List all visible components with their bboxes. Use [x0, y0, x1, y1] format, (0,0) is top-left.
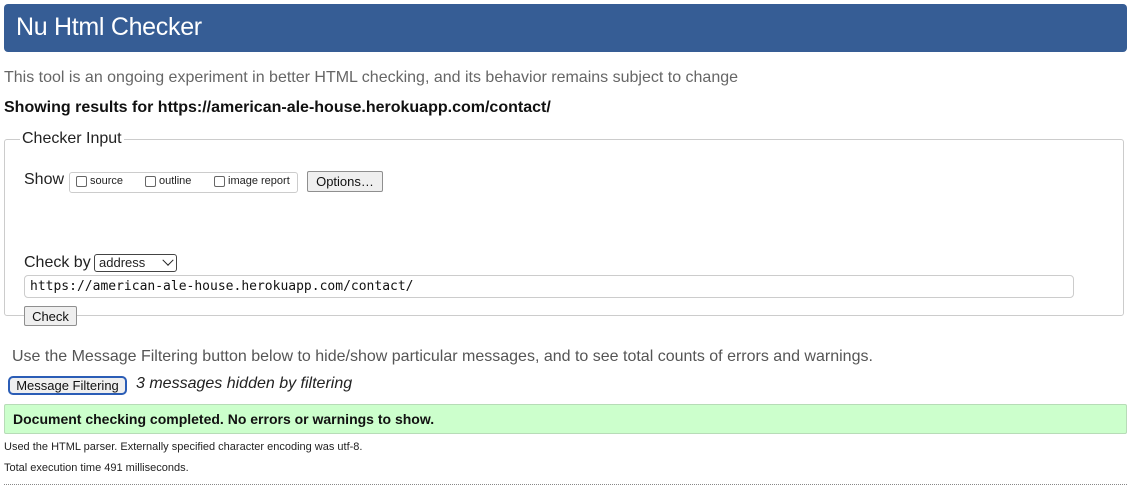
bottom-divider [4, 484, 1127, 485]
execution-time: Total execution time 491 milliseconds. [4, 462, 189, 474]
check-by-selected-value: address [99, 255, 146, 270]
check-by-select[interactable]: address [94, 254, 177, 272]
outline-checkbox[interactable] [145, 175, 156, 187]
source-checkbox[interactable] [76, 175, 87, 187]
outline-checkbox-label: outline [159, 175, 192, 187]
show-image-report-option[interactable]: image report [214, 175, 290, 187]
showing-results-heading: Showing results for https://american-ale… [4, 99, 551, 116]
app-title: Nu Html Checker [16, 13, 202, 41]
success-banner: Document checking completed. No errors o… [4, 404, 1127, 434]
show-label: Show [24, 171, 65, 188]
message-filtering-button[interactable]: Message Filtering [8, 376, 127, 395]
options-button[interactable]: Options… [307, 171, 383, 192]
chevron-down-icon [162, 254, 174, 266]
intro-text: This tool is an ongoing experiment in be… [4, 69, 739, 86]
checker-input-fieldset: Checker Input Show source outline image … [4, 130, 1124, 326]
check-by-label: Check by [24, 254, 91, 271]
message-filtering-note: Use the Message Filtering button below t… [12, 348, 873, 365]
success-message: Document checking completed. No errors o… [13, 411, 435, 427]
parser-details: Used the HTML parser. Externally specifi… [4, 441, 363, 453]
check-button[interactable]: Check [24, 306, 77, 326]
app-header: Nu Html Checker [4, 4, 1127, 52]
show-source-option[interactable]: source [76, 175, 123, 187]
source-checkbox-label: source [90, 175, 124, 187]
document-url-input[interactable] [24, 275, 1074, 298]
image-report-checkbox-label: image report [228, 175, 290, 187]
show-outline-option[interactable]: outline [145, 175, 191, 187]
image-report-checkbox[interactable] [214, 175, 225, 187]
hidden-messages-count: 3 messages hidden by filtering [136, 375, 353, 392]
checker-input-legend: Checker Input [22, 130, 122, 147]
show-options-group: source outline image report [69, 172, 298, 193]
